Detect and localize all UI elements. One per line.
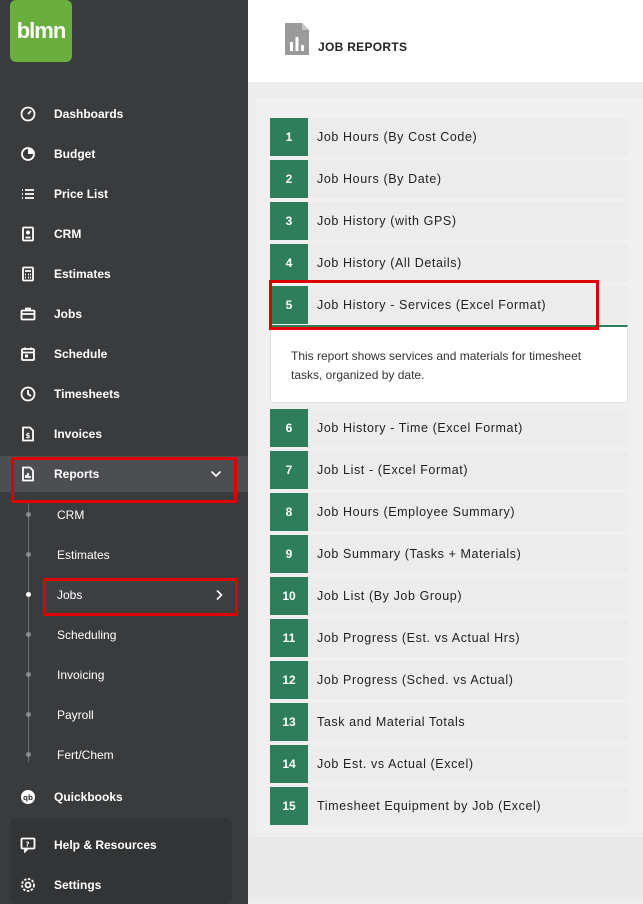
chevron-down-icon (210, 470, 222, 478)
gear-icon (21, 878, 35, 892)
report-row[interactable]: 12 Job Progress (Sched. vs Actual) (270, 661, 628, 699)
report-row[interactable]: 7 Job List - (Excel Format) (270, 451, 628, 489)
sidebar-item-jobs[interactable]: Jobs (0, 296, 248, 332)
pie-chart-icon (21, 147, 35, 161)
sidebar: blmn Dashboards Budget Price List CRM Es… (0, 0, 248, 904)
report-description-panel: This report shows services and materials… (270, 325, 628, 403)
sidebar-item-estimates[interactable]: Estimates (0, 256, 248, 292)
report-row[interactable]: 6 Job History - Time (Excel Format) (270, 409, 628, 447)
submenu-item-jobs[interactable]: Jobs (43, 579, 233, 611)
sidebar-item-help[interactable]: ? Help & Resources (0, 827, 248, 863)
sidebar-item-invoices[interactable]: $ Invoices (0, 416, 248, 452)
report-row[interactable]: 13 Task and Material Totals (270, 703, 628, 741)
report-row[interactable]: 1 Job Hours (By Cost Code) (270, 118, 628, 156)
report-row[interactable]: 15 Timesheet Equipment by Job (Excel) (270, 787, 628, 825)
briefcase-icon (20, 307, 36, 321)
svg-text:qb: qb (23, 794, 33, 802)
sidebar-item-reports[interactable]: Reports (0, 456, 248, 492)
submenu-dot-active (26, 592, 31, 597)
sidebar-item-schedule[interactable]: Schedule (0, 336, 248, 372)
submenu-dot (26, 512, 31, 517)
sidebar-item-timesheets[interactable]: Timesheets (0, 376, 248, 412)
sidebar-item-label: Budget (54, 147, 96, 161)
sidebar-item-dashboards[interactable]: Dashboards (0, 96, 248, 132)
submenu-guide-line (28, 500, 29, 762)
sidebar-item-quickbooks[interactable]: qb Quickbooks (0, 779, 248, 815)
sidebar-item-label: Help & Resources (54, 838, 157, 852)
report-list: 1 Job Hours (By Cost Code) 2 Job Hours (By… (248, 0, 643, 904)
gauge-icon (20, 106, 36, 122)
brand-logo[interactable]: blmn (10, 0, 72, 62)
report-row[interactable]: 4 Job History (All Details) (270, 244, 628, 282)
sidebar-item-settings[interactable]: Settings (0, 867, 248, 903)
sidebar-item-label: Jobs (54, 307, 83, 321)
report-row[interactable]: 10 Job List (By Job Group) (270, 577, 628, 615)
submenu-dot (26, 752, 31, 757)
sidebar-item-label: Quickbooks (54, 790, 123, 804)
report-row[interactable]: 3 Job History (with GPS) (270, 202, 628, 240)
calculator-icon (22, 266, 34, 282)
sidebar-item-label: Invoices (54, 427, 103, 441)
sidebar-item-label: Price List (54, 187, 109, 201)
sidebar-item-label: Timesheets (54, 387, 120, 401)
sidebar-item-label: Dashboards (54, 107, 124, 121)
report-description: This report shows services and materials… (291, 349, 582, 382)
report-row[interactable]: 11 Job Progress (Est. vs Actual Hrs) (270, 619, 628, 657)
help-icon: ? (20, 837, 36, 853)
sidebar-item-label: Estimates (54, 267, 111, 281)
sidebar-item-label: Reports (54, 467, 100, 481)
sidebar-item-label: Settings (54, 878, 102, 892)
calendar-icon (21, 347, 35, 361)
sidebar-item-price-list[interactable]: Price List (0, 176, 248, 212)
submenu-dot (26, 632, 31, 637)
report-row-expanded[interactable]: 5 Job History - Services (Excel Format) (270, 286, 628, 324)
submenu-dot (26, 672, 31, 677)
list-icon (22, 189, 34, 199)
chevron-right-icon (216, 589, 223, 601)
sidebar-item-label: Schedule (54, 347, 108, 361)
sidebar-item-budget[interactable]: Budget (0, 136, 248, 172)
report-row[interactable]: 8 Job Hours (Employee Summary) (270, 493, 628, 531)
report-row[interactable]: 14 Job Est. vs Actual (Excel) (270, 745, 628, 783)
report-icon (22, 466, 34, 482)
submenu-dot (26, 552, 31, 557)
report-row[interactable]: 2 Job Hours (By Date) (270, 160, 628, 198)
sidebar-item-label: CRM (54, 227, 82, 241)
clock-icon (20, 386, 36, 402)
invoice-icon: $ (22, 426, 34, 442)
quickbooks-icon: qb (21, 790, 35, 804)
svg-text:$: $ (26, 432, 31, 440)
sidebar-item-crm[interactable]: CRM (0, 216, 248, 252)
contact-card-icon (22, 226, 34, 242)
report-row[interactable]: 9 Job Summary (Tasks + Materials) (270, 535, 628, 573)
svg-text:?: ? (26, 841, 30, 849)
submenu-dot (26, 712, 31, 717)
